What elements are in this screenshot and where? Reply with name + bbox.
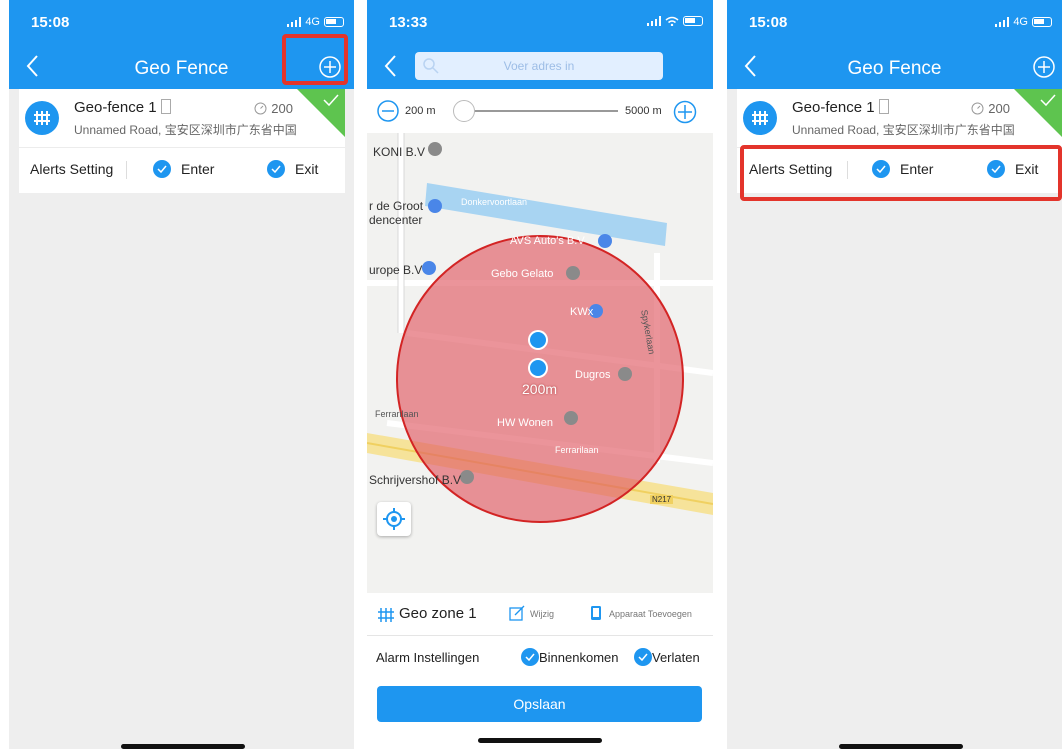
map-label-donkervoortlaan: Donkervoortlaan — [461, 197, 528, 207]
map-view[interactable]: KONI B.V r de Groot dencenter Donkervoor… — [367, 133, 713, 593]
status-time: 15:08 — [31, 14, 70, 31]
checkmark-icon — [521, 648, 539, 666]
exit-checkbox[interactable]: Verlaten — [634, 648, 700, 666]
map-label-avs: AVS Auto's B.V — [510, 235, 585, 247]
enter-checkbox[interactable]: Binnenkomen — [521, 648, 619, 666]
header-bar: 13:33 Voer adres in — [367, 0, 713, 89]
alarm-settings-row: Alarm Instellingen Binnenkomen Verlaten — [367, 635, 713, 679]
search-icon — [423, 58, 439, 74]
network-type: 4G — [1013, 16, 1028, 28]
status-indicators: 4G — [287, 16, 344, 28]
fence-icon — [743, 101, 777, 135]
battery-icon — [324, 17, 344, 27]
back-chevron-icon[interactable] — [381, 53, 401, 79]
radius-value-label: 200m — [522, 381, 558, 397]
map-label-gebo: Gebo Gelato — [491, 268, 554, 280]
fence-name: Geo-fence 1 — [792, 99, 889, 116]
plus-circle-icon[interactable] — [673, 100, 697, 124]
fence-radius: 200 — [254, 101, 293, 116]
radius-gauge-icon — [971, 102, 984, 115]
divider — [126, 161, 127, 179]
fence-icon — [378, 608, 394, 622]
map-label-groot: r de Groot — [369, 199, 424, 213]
phone-screen-geo-fence-list-alerts: 15:08 4G Geo Fence Geo-fence 1 Unnamed R… — [727, 0, 1062, 749]
map-label-hwwonen: HW Wonen — [497, 417, 554, 429]
alarm-settings-label: Alarm Instellingen — [376, 650, 480, 665]
map-label-kwx: KWx — [570, 306, 594, 318]
alerts-setting-row: Alerts Setting Enter Exit — [19, 147, 345, 193]
zone-settings-panel: Geo zone 1 Wijzig Apparaat Toevoegen Ala… — [367, 593, 713, 749]
save-button[interactable]: Opslaan — [377, 686, 702, 722]
map-label-schrijvershof: Schrijvershof B.V — [369, 473, 462, 487]
status-time: 13:33 — [389, 14, 428, 31]
highlight-alerts-row — [740, 145, 1062, 201]
home-indicator — [121, 744, 245, 749]
enter-checkbox[interactable]: Enter — [153, 160, 214, 178]
alerts-setting-label: Alerts Setting — [30, 161, 114, 177]
battery-icon — [1032, 17, 1052, 27]
status-time: 15:08 — [749, 14, 788, 31]
map-label-n217: N217 — [650, 495, 674, 504]
signal-icon — [995, 17, 1010, 27]
check-icon — [1040, 94, 1056, 107]
map-label-koni: KONI B.V — [373, 145, 426, 159]
signal-icon — [287, 17, 302, 27]
fence-row[interactable]: Geo-fence 1 Unnamed Road, 宝安区深圳市广东省中国 20… — [737, 89, 1062, 148]
map-label-dencenter: dencenter — [369, 213, 423, 227]
checkmark-icon — [153, 160, 171, 178]
fence-row[interactable]: Geo-fence 1 Unnamed Road, 宝安区深圳市广东省中国 20… — [19, 89, 345, 148]
zone-row: Geo zone 1 Wijzig Apparaat Toevoegen — [367, 593, 713, 636]
crosshair-icon — [383, 508, 405, 530]
address-search-input[interactable]: Voer adres in — [415, 52, 663, 80]
map-label-europe: urope B.V — [369, 263, 423, 277]
edit-link[interactable]: Wijzig — [530, 609, 554, 619]
radius-max-label: 5000 m — [625, 105, 662, 117]
fence-icon — [25, 101, 59, 135]
map-label-dugros: Dugros — [575, 369, 611, 381]
status-indicators — [647, 16, 703, 26]
map-label-ferrarilaan-2: Ferrarilaan — [555, 445, 599, 455]
device-phone-icon — [878, 99, 889, 114]
fence-name: Geo-fence 1 — [74, 99, 171, 116]
zone-name: Geo zone 1 — [399, 605, 477, 622]
edit-icon[interactable] — [509, 605, 525, 621]
device-phone-icon — [160, 99, 171, 114]
home-indicator — [839, 744, 963, 749]
phone-device-icon[interactable] — [590, 605, 602, 621]
header-bar: 15:08 4G Geo Fence — [727, 0, 1062, 89]
status-indicators: 4G — [995, 16, 1052, 28]
add-circle-icon[interactable] — [1032, 55, 1056, 79]
locate-me-button[interactable] — [377, 502, 411, 536]
signal-icon — [647, 16, 661, 26]
battery-icon — [683, 16, 703, 26]
network-type: 4G — [305, 16, 320, 28]
radius-slider-bar: 200 m 5000 m — [367, 89, 713, 133]
home-indicator — [478, 738, 602, 743]
wifi-icon — [665, 16, 679, 26]
page-title: Geo Fence — [847, 58, 942, 79]
phone-screen-geo-zone-editor: 13:33 Voer adres in 200 m 5000 m KONI B.… — [367, 0, 713, 749]
add-device-link[interactable]: Apparaat Toevoegen — [609, 609, 692, 619]
checkmark-icon — [267, 160, 285, 178]
radius-gauge-icon — [254, 102, 267, 115]
fence-address: Unnamed Road, 宝安区深圳市广东省中国 — [792, 123, 1015, 137]
checkmark-icon — [634, 648, 652, 666]
map-label-ferrarilaan-1: Ferrarilaan — [375, 409, 419, 419]
fence-radius: 200 — [971, 101, 1010, 116]
radius-slider-track[interactable] — [468, 110, 618, 112]
fence-address: Unnamed Road, 宝安区深圳市广东省中国 — [74, 123, 297, 137]
highlight-add-button — [282, 34, 348, 85]
phone-screen-geo-fence-list: 15:08 4G Geo Fence Geo-fence 1 Unnamed R… — [9, 0, 354, 749]
minus-circle-icon[interactable] — [377, 100, 399, 122]
check-icon — [323, 94, 339, 107]
radius-min-label: 200 m — [405, 105, 436, 117]
geo-fence-card[interactable]: Geo-fence 1 Unnamed Road, 宝安区深圳市广东省中国 20… — [19, 89, 345, 193]
exit-checkbox[interactable]: Exit — [267, 160, 318, 178]
radius-slider-handle[interactable] — [453, 100, 475, 122]
